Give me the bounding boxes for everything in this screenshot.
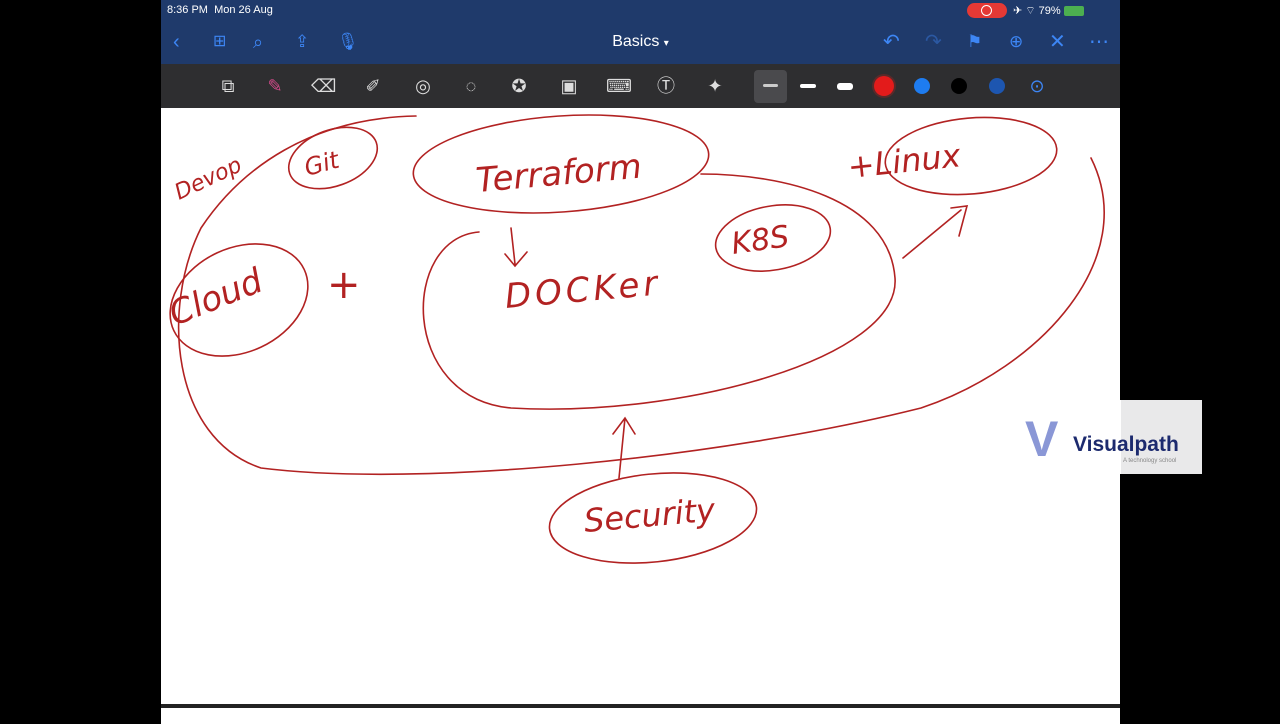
note-linux: +Linux (846, 136, 963, 186)
arrow-to-docker (612, 416, 636, 479)
note-k8s: K8S (729, 219, 791, 262)
color-picker-icon[interactable]: ⊙ (1025, 74, 1049, 98)
note-git: Git (301, 145, 343, 181)
note-devops: Devop (171, 153, 246, 206)
laser-pointer-icon[interactable]: ✦ (703, 74, 727, 98)
color-navy-button[interactable] (989, 78, 1005, 94)
logo-tagline: A technology school (1123, 458, 1177, 464)
shapes-icon[interactable]: ◎ (411, 74, 435, 98)
screen-recording-icon (967, 3, 1007, 18)
arrow-terraform-to-docker (504, 227, 528, 268)
visualpath-watermark: V Visualpath A technology school (1021, 400, 1202, 474)
color-blue-button[interactable] (914, 78, 930, 94)
eraser-icon[interactable]: ⌫ (311, 74, 336, 98)
color-red-button[interactable] (874, 76, 894, 96)
pen-tool-icon[interactable]: ✎ (263, 74, 287, 98)
bookmark-icon[interactable]: ⚑ (967, 30, 982, 54)
color-black-button[interactable] (951, 78, 967, 94)
next-page-edge (161, 704, 1120, 724)
thick-stroke-button[interactable] (837, 83, 853, 90)
tool-bar: ⧉ ✎ ⌫ ✐ ◎ ◌ ✪ ▣ ⌨ Ⓣ ✦ ⊙ (161, 64, 1120, 108)
thin-stroke-button[interactable] (754, 70, 787, 103)
note-cloud: Cloud (163, 261, 268, 335)
add-page-icon[interactable]: ⊕ (1009, 30, 1023, 54)
redo-icon[interactable]: ↷ (925, 30, 942, 54)
status-time: 8:36 PM Mon 26 Aug (167, 4, 273, 16)
status-icons: ✈ ⌔ 79% (1013, 4, 1084, 18)
visualpath-logo-icon: V (1025, 411, 1059, 467)
highlighter-icon[interactable]: ✐ (361, 74, 385, 98)
more-icon[interactable]: ⋯ (1089, 30, 1109, 54)
image-icon[interactable]: ▣ (557, 74, 581, 98)
battery-icon (1063, 6, 1084, 17)
arrow-to-linux (902, 205, 969, 259)
note-security: Security (582, 491, 717, 540)
elements-icon[interactable]: ✪ (507, 74, 531, 98)
undo-icon[interactable]: ↶ (883, 30, 900, 54)
goodnotes-screen: 8:36 PM Mon 26 Aug ✈ ⌔ 79% ‹ ⊞ ⌕ ⇪ 🎙 Bas… (161, 0, 1120, 724)
note-plus: + (327, 262, 361, 308)
status-bar: 8:36 PM Mon 26 Aug ✈ ⌔ 79% (161, 0, 1120, 22)
medium-stroke-button[interactable] (800, 84, 816, 88)
nav-bar: ‹ ⊞ ⌕ ⇪ 🎙 Basics ▾ ↶ ↷ ⚑ ⊕ ✕ ⋯ (161, 22, 1120, 64)
note-docker: DOCKer (503, 263, 663, 317)
zoom-window-icon[interactable]: ⧉ (216, 74, 240, 98)
note-terraform: Terraform (474, 147, 643, 201)
note-page-canvas[interactable]: Devop Git Terraform DOCKer K8S +Linux Cl… (161, 108, 1120, 704)
text-icon[interactable]: Ⓣ (654, 74, 678, 98)
logo-name: Visualpath (1073, 433, 1179, 456)
lasso-icon[interactable]: ◌ (459, 74, 483, 98)
close-icon[interactable]: ✕ (1049, 30, 1066, 54)
keyboard-icon[interactable]: ⌨ (606, 74, 632, 98)
